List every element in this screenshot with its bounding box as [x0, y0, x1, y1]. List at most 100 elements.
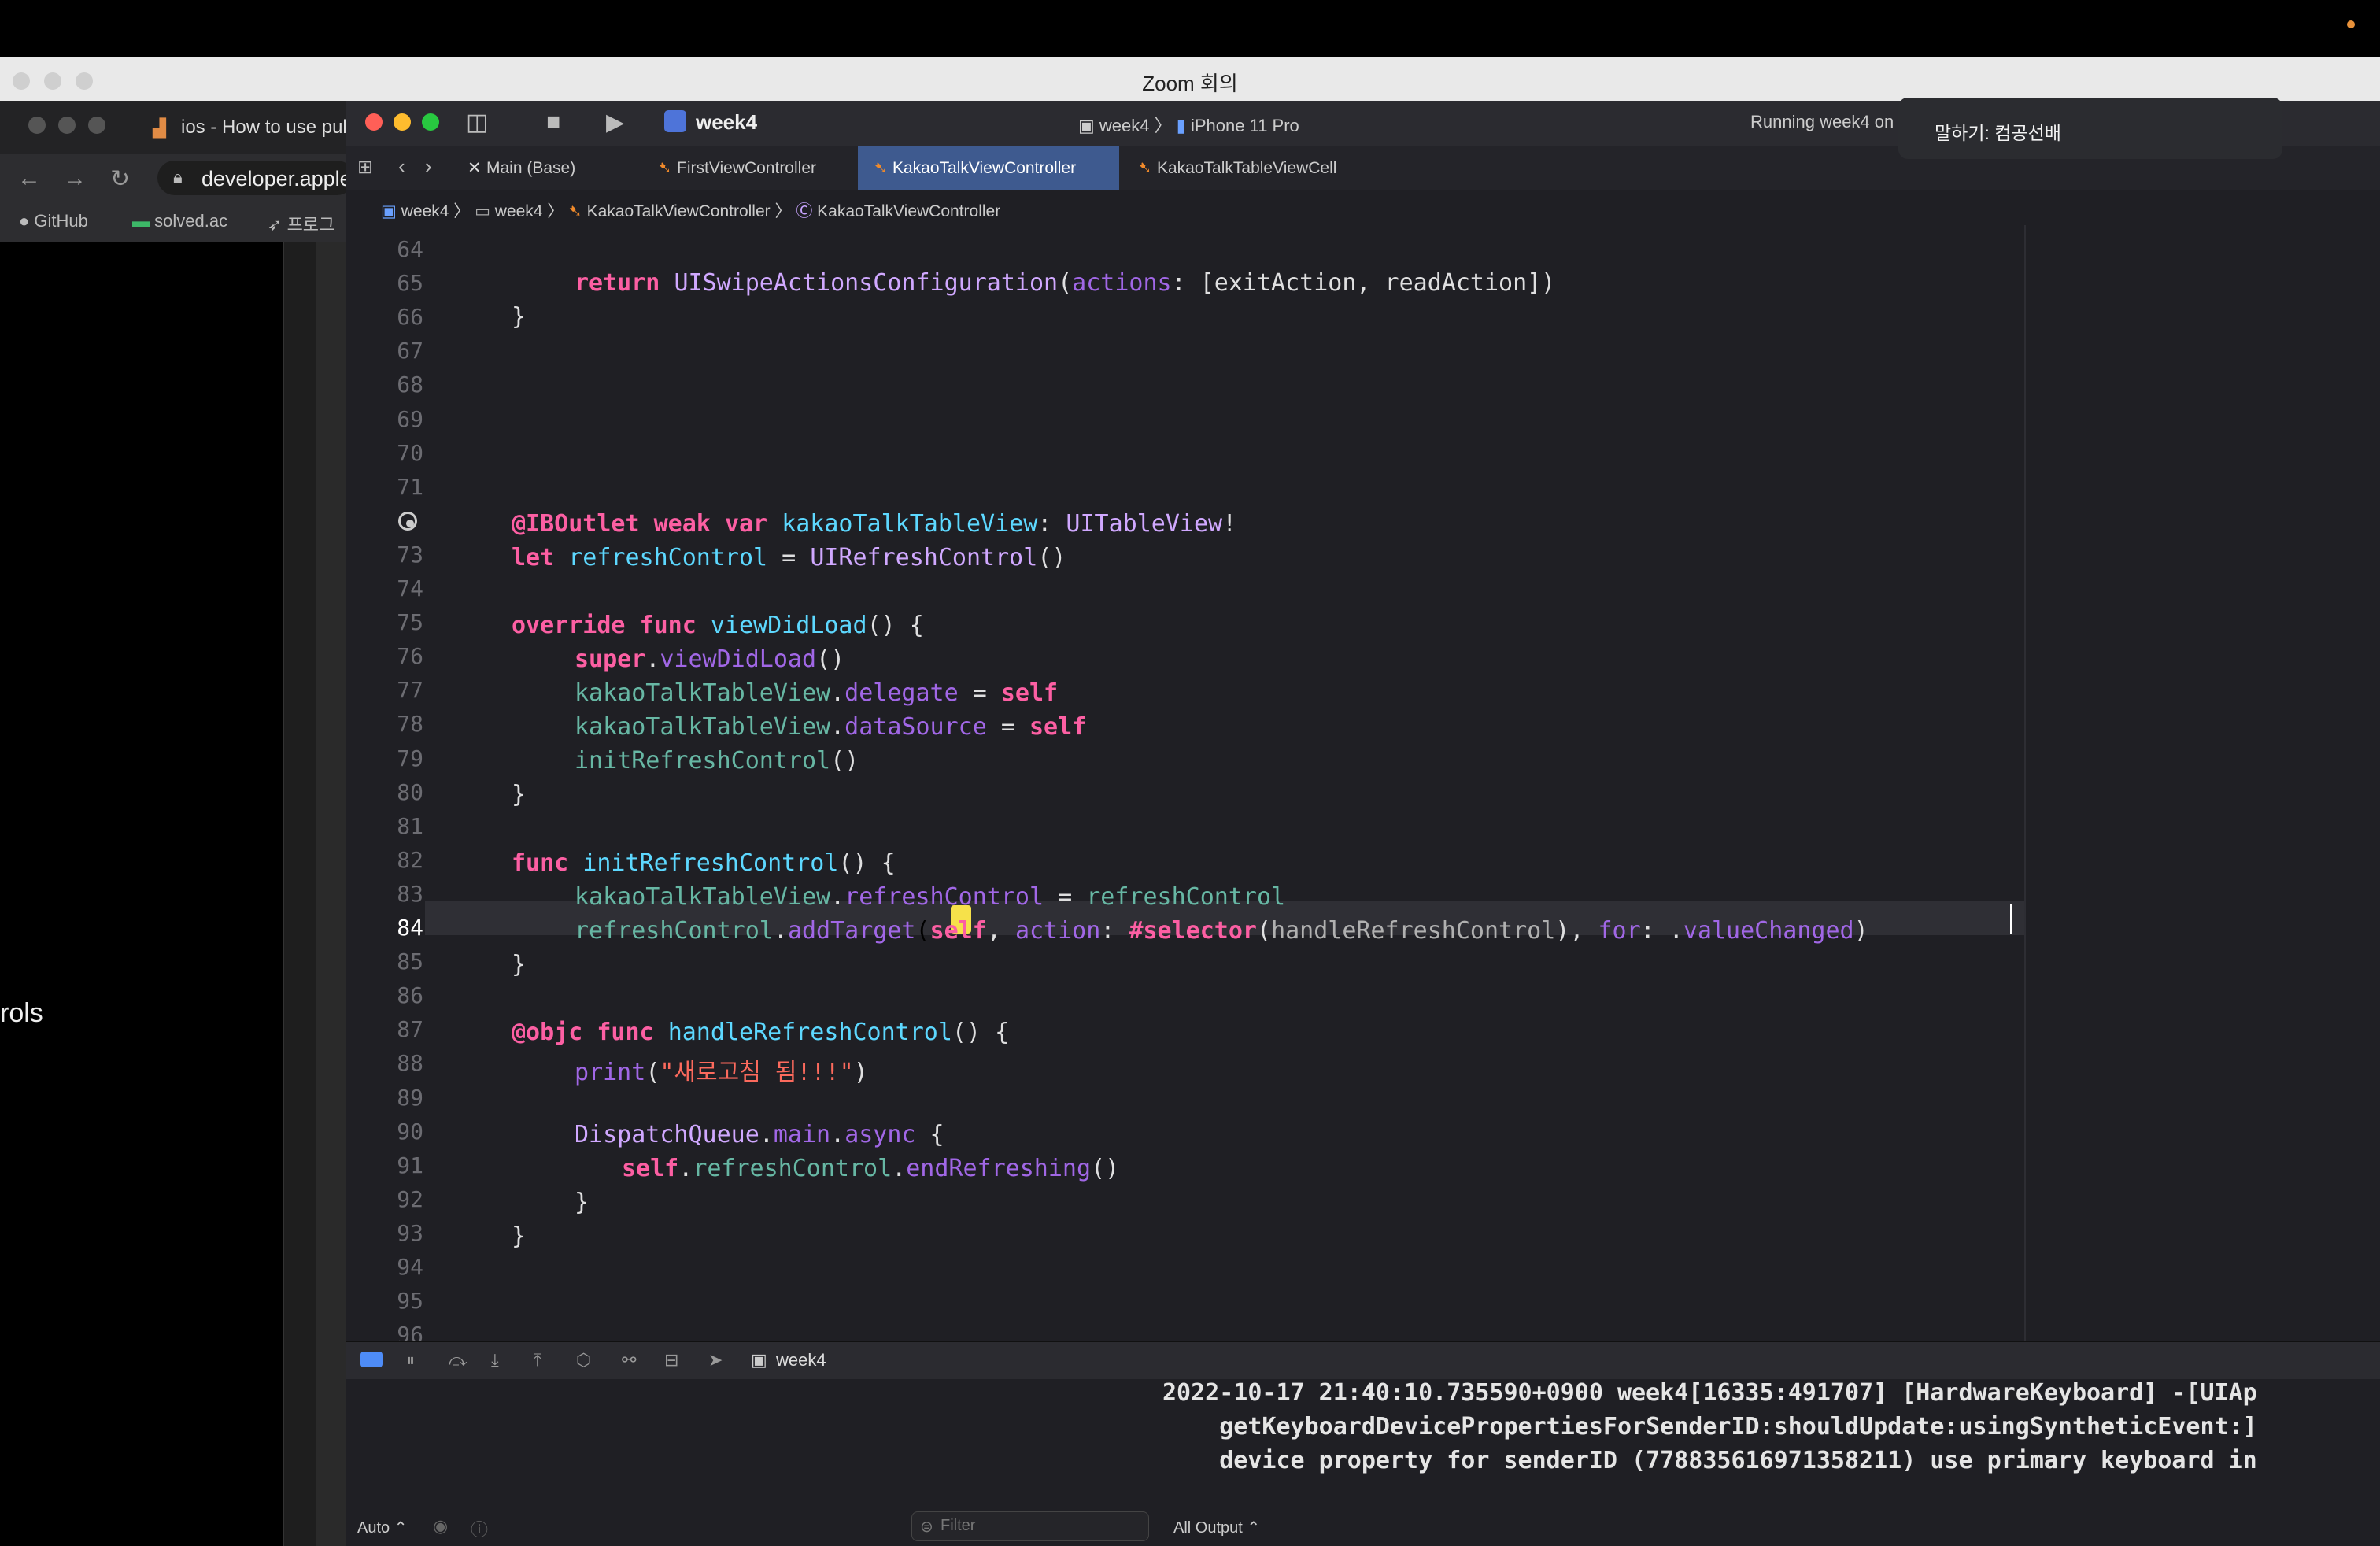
line-number[interactable]: 75 — [346, 609, 423, 635]
pause-icon[interactable]: ⏸ — [406, 1350, 415, 1370]
line-number[interactable]: 76 — [346, 643, 423, 669]
line-number[interactable]: 84 — [346, 915, 423, 941]
code-line-78: kakaoTalkTableView.dataSource = self — [575, 713, 1087, 741]
code-line-76: super.viewDidLoad() — [575, 645, 845, 673]
bookmark-github[interactable]: ● GitHub — [19, 211, 88, 231]
variables-scope-select[interactable]: Auto ⌃ — [357, 1518, 407, 1537]
line-number[interactable]: 91 — [346, 1152, 423, 1178]
browser-minimize-button[interactable] — [58, 117, 76, 134]
stop-icon[interactable]: ■ — [546, 109, 560, 135]
line-number[interactable]: 86 — [346, 982, 423, 1008]
variables-filter[interactable]: ⊜ Filter — [911, 1511, 1149, 1541]
code-line-80: } — [512, 781, 527, 808]
xcode-zoom-button[interactable] — [422, 113, 439, 131]
browser-zoom-button[interactable] — [88, 117, 105, 134]
line-number[interactable]: 68 — [346, 372, 423, 398]
line-number[interactable]: 71 — [346, 474, 423, 500]
line-number[interactable]: 65 — [346, 270, 423, 296]
line-number[interactable]: 81 — [346, 813, 423, 839]
line-number[interactable]: 77 — [346, 677, 423, 703]
tab-kakao-talk-table-view-cell[interactable]: ➷ KakaoTalkTableViewCell — [1122, 146, 1390, 190]
console-line: device property for senderID (7788356169… — [1162, 1447, 2257, 1474]
filter-icon: ⊜ — [920, 1518, 933, 1536]
view-hierarchy-icon[interactable]: ⬡ — [576, 1350, 591, 1370]
eye-icon[interactable]: ◉ — [433, 1516, 448, 1537]
output-select[interactable]: All Output ⌃ — [1173, 1518, 1260, 1537]
run-icon[interactable]: ▶ — [606, 109, 624, 136]
browser-scroll-gutter — [283, 242, 317, 1546]
line-number[interactable]: 80 — [346, 779, 423, 805]
variables-pane: Auto ⌃ ◉ ⓘ ⊜ Filter — [346, 1379, 1162, 1546]
address-bar[interactable]: 🔒︎ developer.apple — [157, 161, 354, 195]
code-line-65: return UISwipeActionsConfiguration(actio… — [575, 269, 1556, 297]
xcode-minimize-button[interactable] — [394, 113, 411, 131]
line-number[interactable]: 88 — [346, 1050, 423, 1076]
code-editor[interactable]: 64 65 66 67 68 69 70 71 73 74 75 76 77 78 79 80 81 82 83 84… — [346, 225, 2380, 1341]
line-number[interactable]: 93 — [346, 1220, 423, 1246]
step-out-icon[interactable]: ⤒ — [534, 1350, 541, 1370]
jump-bar: ▣ week4 〉 ▭ week4 〉 ➷ KakaoTalkViewContr… — [346, 190, 2380, 226]
line-number[interactable]: 66 — [346, 304, 423, 330]
line-number[interactable]: 89 — [346, 1085, 423, 1111]
code-line-82: func initRefreshControl() { — [512, 849, 896, 877]
bookmark-solved-ac[interactable]: ▬ solved.ac — [132, 211, 227, 231]
run-destination[interactable]: ▣ week4 〉 ▮ iPhone 11 Pro — [1078, 112, 1299, 137]
line-number[interactable]: 69 — [346, 406, 423, 432]
line-number[interactable]: 64 — [346, 236, 423, 262]
line-number[interactable]: 70 — [346, 440, 423, 466]
back-icon[interactable]: ‹ — [398, 154, 405, 179]
outlet-connection-icon[interactable] — [398, 512, 417, 531]
line-number[interactable]: 74 — [346, 575, 423, 601]
line-number[interactable]: 87 — [346, 1016, 423, 1042]
activity-status: Running week4 on iP — [1750, 112, 1914, 131]
app-icon: ▣ — [1078, 116, 1095, 135]
tab-main-base[interactable]: ✕ Main (Base) — [452, 146, 638, 190]
info-icon[interactable]: ⓘ — [471, 1516, 488, 1541]
line-number[interactable]: 79 — [346, 745, 423, 771]
bookmark-programmers[interactable]: ➶ 프로그 — [268, 211, 334, 236]
back-arrow-icon[interactable]: ← — [17, 165, 41, 192]
scheme-name[interactable]: week4 — [696, 110, 757, 135]
grid-icon[interactable]: ⊞ — [357, 156, 373, 179]
minimap-divider — [2024, 225, 2026, 1341]
line-number[interactable]: 90 — [346, 1119, 423, 1145]
url-text: developer.apple — [201, 167, 352, 190]
navigator-toggle-icon[interactable]: ◫ — [466, 109, 488, 136]
xcode-close-button[interactable] — [365, 113, 382, 131]
step-into-icon[interactable]: ⤓ — [491, 1350, 499, 1370]
code-line-88: print("새로고침 됨!!!") — [575, 1059, 868, 1086]
line-number[interactable]: 95 — [346, 1288, 423, 1314]
environment-overrides-icon[interactable]: ⊟ — [664, 1350, 678, 1370]
scheme-icon — [664, 110, 686, 132]
bookmark-icon: ➶ — [268, 215, 283, 235]
tab-first-view-controller[interactable]: ➷ FirstViewController — [642, 146, 850, 190]
memory-graph-icon[interactable]: ⚯ — [622, 1350, 636, 1370]
console-line: 2022-10-17 21:40:10.735590+0900 week4[16… — [1162, 1379, 2257, 1407]
code-line-93: } — [512, 1222, 527, 1250]
location-icon[interactable]: ➤ — [708, 1350, 722, 1370]
line-number[interactable]: 96 — [346, 1322, 423, 1341]
breadcrumb[interactable]: ▣ week4 〉 ▭ week4 〉 ➷ KakaoTalkViewContr… — [381, 198, 1000, 222]
forward-arrow-icon[interactable]: → — [63, 165, 87, 192]
line-number[interactable]: 73 — [346, 542, 423, 568]
tab-kakao-talk-view-controller[interactable]: ➷ KakaoTalkViewController — [858, 146, 1119, 190]
line-number[interactable]: 78 — [346, 711, 423, 737]
text-caret — [2010, 904, 2012, 934]
line-number[interactable]: 94 — [346, 1254, 423, 1280]
line-number[interactable]: 82 — [346, 847, 423, 873]
step-over-icon[interactable]: ⤼ — [449, 1350, 468, 1370]
zoom-speaker-banner: 말하기: 컴공선배 — [1898, 98, 2282, 159]
line-number[interactable]: 83 — [346, 881, 423, 907]
line-number[interactable]: 85 — [346, 949, 423, 975]
browser-close-button[interactable] — [28, 117, 46, 134]
reload-icon[interactable]: ↻ — [110, 165, 130, 193]
line-number[interactable]: 92 — [346, 1186, 423, 1212]
browser-side-panel — [316, 242, 346, 1546]
code-line-73: let refreshControl = UIRefreshControl() — [512, 544, 1066, 571]
line-number[interactable]: 67 — [346, 338, 423, 364]
console-pane[interactable]: 2022-10-17 21:40:10.735590+0900 week4[16… — [1162, 1379, 2380, 1546]
code-line-87: @objc func handleRefreshControl() { — [512, 1019, 1010, 1046]
browser-tab[interactable]: ios - How to use pull — [181, 117, 351, 139]
forward-icon[interactable]: › — [425, 154, 432, 179]
debug-area-toggle-icon[interactable] — [360, 1352, 382, 1367]
